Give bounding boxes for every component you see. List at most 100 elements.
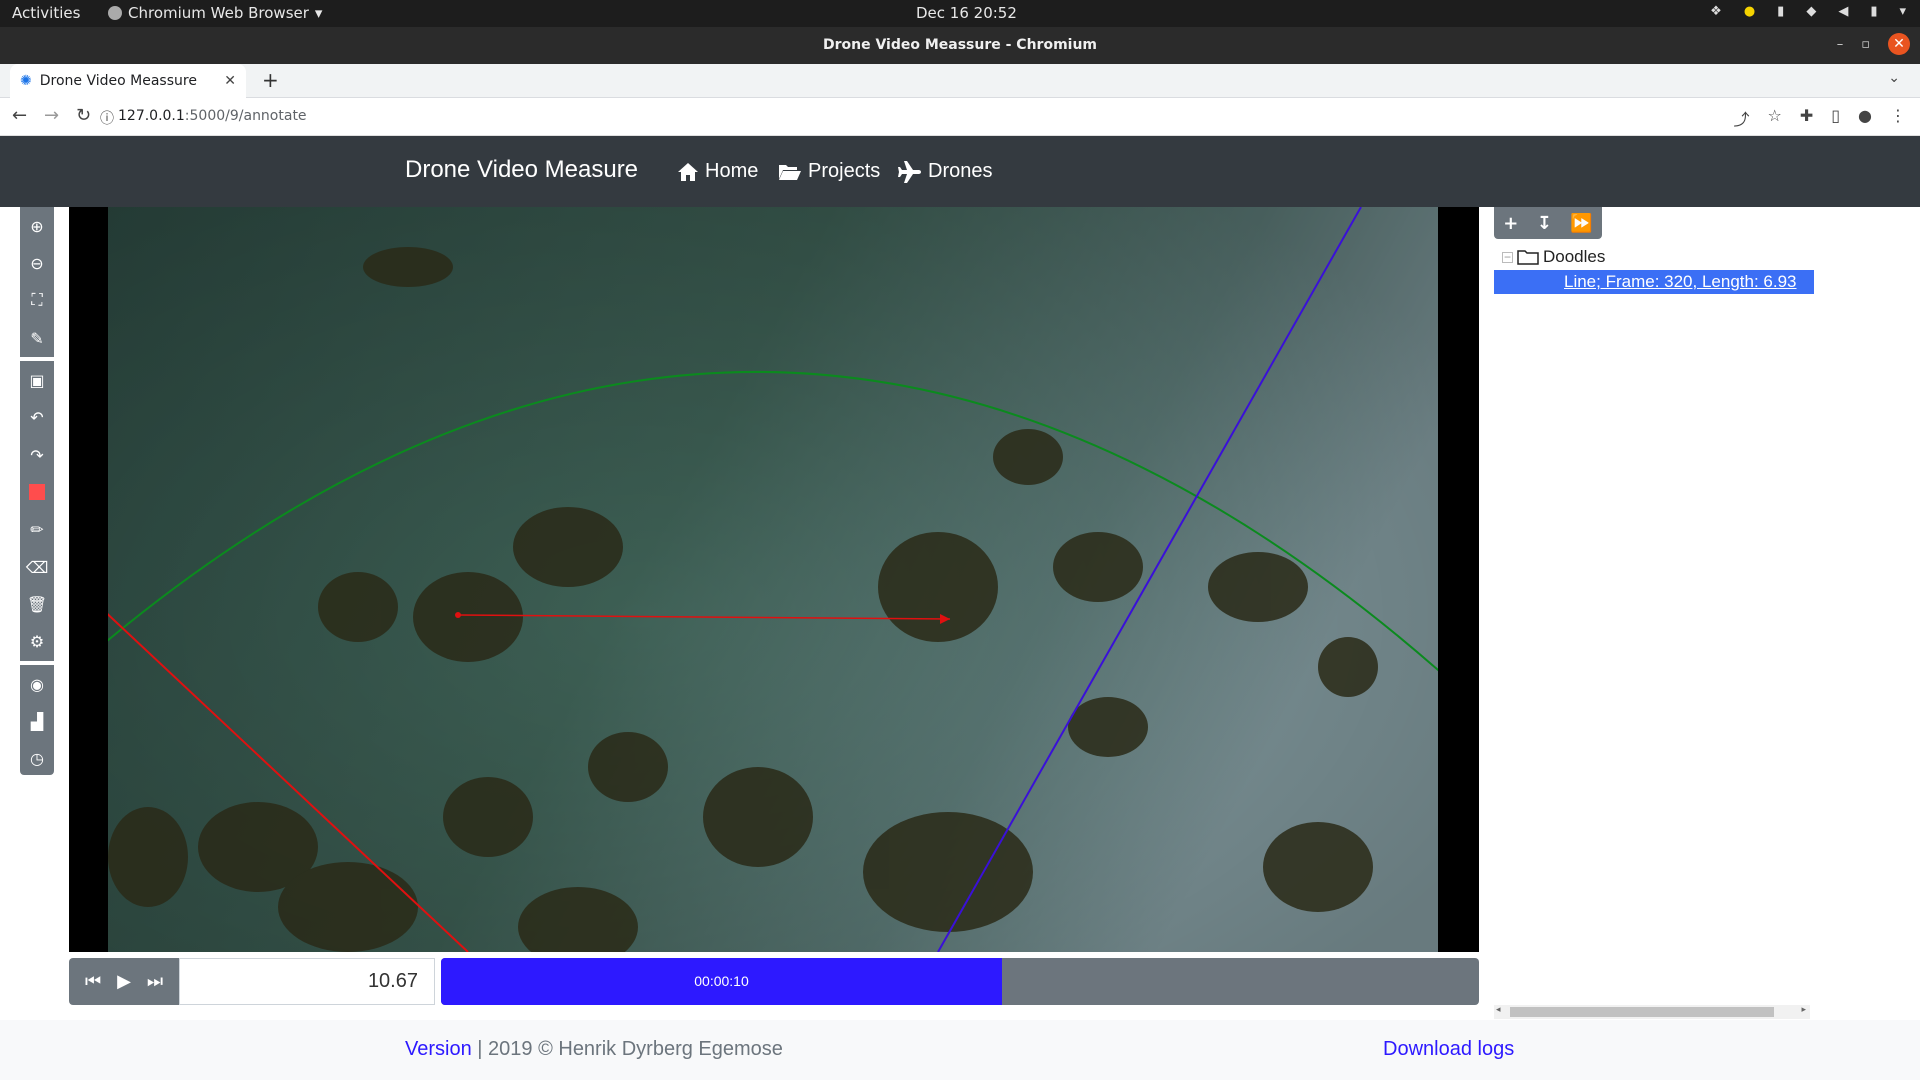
volume-icon: ◀ [1838, 4, 1849, 19]
progress-fill: 00:00:10 [441, 958, 1002, 1005]
version-link[interactable]: Version [405, 1038, 472, 1060]
url-path: :5000/9/annotate [184, 108, 307, 124]
new-tab-icon[interactable]: + [262, 68, 279, 92]
tree-item-selected[interactable]: Line; Frame: 320, Length: 6.93 [1494, 270, 1814, 294]
trash-icon[interactable]: 🗑 [20, 589, 54, 619]
save-icon[interactable]: ▣ [20, 365, 54, 395]
toolbar-divider [20, 357, 54, 361]
redo-icon[interactable]: ↷ [20, 440, 54, 470]
zoom-out-icon[interactable]: ⊖ [20, 248, 54, 278]
play-icon[interactable]: ▶ [117, 971, 131, 992]
browser-actions: ⤴ ☆ ✚ ▯ ● ⋮ [1733, 106, 1906, 130]
menu-dots-icon[interactable]: ⋮ [1890, 106, 1906, 130]
annotation-tree: − Doodles Line; Frame: 320, Length: 6.93 [1494, 244, 1814, 294]
player-controls: ⏮ ▶ ⏭ 10.67 00:00:10 [69, 958, 1479, 1005]
tree-folder-label: Doodles [1543, 247, 1606, 266]
copyright-text: | 2019 © Henrik Dyrberg Egemose [471, 1038, 783, 1060]
step-back-icon[interactable]: ⏮ [85, 971, 101, 992]
close-window-icon[interactable]: ✕ [1888, 33, 1910, 55]
battery-icon: ▮ [1870, 4, 1878, 19]
fit-screen-icon[interactable]: ⛶ [20, 285, 54, 315]
home-icon [678, 162, 698, 181]
add-icon[interactable]: + [1503, 213, 1518, 234]
back-icon[interactable]: ← [12, 105, 27, 126]
extensions-icon[interactable]: ✚ [1800, 106, 1813, 130]
drone-video-frame [108, 207, 1438, 952]
drawing-toolbar: ⊕ ⊖ ⛶ ✎ ▣ ↶ ↷ ✏ ⌫ 🗑 ⚙ ◉ ▟ ◷ [20, 207, 54, 775]
system-tray[interactable]: ❖ ● ▮ ◆ ◀ ▮ ▾ [1710, 4, 1906, 19]
os-top-bar: Activities Chromium Web Browser ▾ Dec 16… [0, 0, 1920, 27]
nav-drones[interactable]: Drones [898, 160, 992, 183]
tree-folder[interactable]: − Doodles [1494, 244, 1814, 270]
video-frame-image [108, 207, 1438, 952]
window-title: Drone Video Meassure - Chromium [0, 27, 1920, 64]
collapse-icon[interactable]: − [1502, 251, 1513, 263]
nav-projects[interactable]: Projects [778, 160, 880, 183]
clock[interactable]: Dec 16 20:52 [916, 4, 1017, 22]
download-logs-link[interactable]: Download logs [1383, 1038, 1514, 1060]
profile-icon[interactable]: ● [1858, 106, 1872, 130]
restore-icon[interactable]: ▫ [1861, 37, 1870, 52]
tab-search-icon[interactable]: ⌄ [1888, 70, 1900, 86]
reload-icon[interactable]: ↻ [76, 105, 91, 126]
site-info-icon[interactable]: ⓘ [100, 108, 114, 128]
chart-icon[interactable]: ▟ [20, 706, 54, 736]
dropbox-icon: ❖ [1710, 4, 1722, 19]
tab-bar: ✺ Drone Video Meassure ✕ + ⌄ [0, 64, 1920, 98]
brand-link[interactable]: Drone Video Measure [405, 156, 638, 184]
fast-forward-icon[interactable]: ⏩ [1570, 213, 1592, 234]
wifi-icon: ◆ [1806, 4, 1817, 19]
plane-icon [898, 160, 921, 183]
pencil-icon[interactable]: ✏ [20, 514, 54, 544]
app-menu[interactable]: Chromium Web Browser ▾ [108, 4, 322, 22]
tree-horizontal-scrollbar[interactable]: ◂ ▸ [1494, 1005, 1810, 1019]
clock-icon[interactable]: ◷ [20, 743, 54, 773]
nav-home[interactable]: Home [677, 160, 758, 183]
playback-buttons: ⏮ ▶ ⏭ [69, 958, 179, 1005]
tab-close-icon[interactable]: ✕ [224, 73, 236, 89]
notification-icon: ● [1743, 4, 1756, 19]
tree-toolbar: + ↧ ⏩ [1494, 207, 1602, 239]
zoom-in-icon[interactable]: ⊕ [20, 211, 54, 241]
color-swatch-icon[interactable] [20, 477, 54, 507]
address-bar-row: ← → ↻ ⓘ 127.0.0.1:5000/9/annotate ⤴ ☆ ✚ … [0, 98, 1920, 136]
app-menu-label: Chromium Web Browser [128, 4, 309, 22]
tray-caret-icon: ▾ [1899, 4, 1906, 19]
share-icon[interactable]: ⤴ [1733, 106, 1749, 130]
edit-icon[interactable]: ✎ [20, 323, 54, 353]
window-controls: – ▫ ✕ [1837, 33, 1910, 55]
forward-icon[interactable]: → [44, 105, 59, 126]
video-progress-bar[interactable]: 00:00:10 [441, 958, 1479, 1005]
site-navbar: Drone Video Measure Home Projects Drones [0, 136, 1920, 207]
undo-icon[interactable]: ↶ [20, 402, 54, 432]
scroll-left-icon[interactable]: ◂ [1496, 1005, 1501, 1015]
arrow-tail-marker [455, 612, 461, 618]
tab-title: Drone Video Meassure [39, 73, 197, 89]
url-field[interactable]: 127.0.0.1:5000/9/annotate [118, 108, 307, 124]
nav-home-label: Home [705, 160, 759, 182]
jump-icon[interactable]: ↧ [1537, 213, 1552, 234]
toolbar-divider [20, 661, 54, 665]
page-footer: Version | 2019 © Henrik Dyrberg Egemose … [0, 1020, 1920, 1080]
compass-icon[interactable]: ◉ [20, 669, 54, 699]
folder-icon [1517, 250, 1539, 265]
step-forward-icon[interactable]: ⏭ [147, 971, 163, 992]
eraser-icon[interactable]: ⌫ [20, 552, 54, 582]
frame-time-input[interactable]: 10.67 [179, 958, 435, 1005]
settings-icon[interactable]: ⚙ [20, 626, 54, 656]
nav-drones-label: Drones [928, 160, 993, 182]
activities-button[interactable]: Activities [12, 4, 80, 22]
folder-open-icon [779, 164, 801, 180]
minimize-icon[interactable]: – [1837, 37, 1844, 52]
side-panel-icon[interactable]: ▯ [1831, 106, 1840, 130]
caret-down-icon: ▾ [314, 4, 323, 22]
files-icon: ▮ [1777, 4, 1785, 19]
scrollbar-thumb[interactable] [1510, 1007, 1774, 1017]
video-canvas[interactable] [69, 207, 1479, 952]
bookmark-star-icon[interactable]: ☆ [1767, 106, 1781, 130]
browser-tab[interactable]: ✺ Drone Video Meassure ✕ [10, 64, 246, 98]
footer-left: Version | 2019 © Henrik Dyrberg Egemose [405, 1038, 783, 1061]
scroll-right-icon[interactable]: ▸ [1801, 1005, 1806, 1015]
favicon-icon: ✺ [20, 73, 32, 89]
url-host: 127.0.0.1 [118, 108, 185, 124]
